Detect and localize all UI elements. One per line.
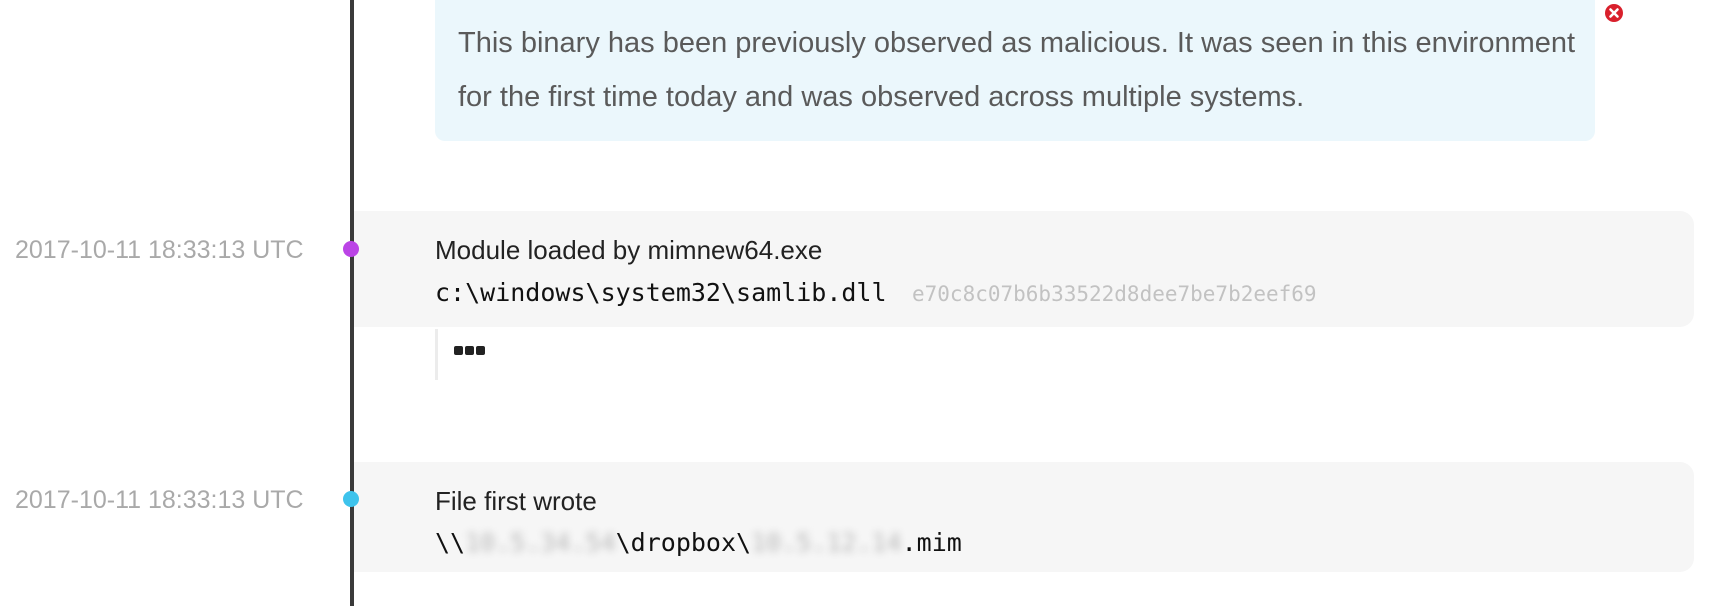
ellipsis-dot xyxy=(454,345,463,355)
timeline-dot-icon xyxy=(343,241,359,257)
ellipsis-dot xyxy=(465,345,474,355)
path-suffix: .mim xyxy=(901,528,962,557)
event-title: Module loaded by mimnew64.exe xyxy=(435,235,823,265)
event-file-path: \\10.5.34.54\dropbox\10.5.12.14.mim xyxy=(435,528,962,557)
redacted-ip: 10.5.34.54 xyxy=(465,528,616,557)
event-file-path: c:\windows\system32\samlib.dll xyxy=(435,278,887,307)
ellipsis-dot xyxy=(476,345,485,355)
event-timestamp: 2017-10-11 18:33:13 UTC xyxy=(15,486,304,514)
event-file-hash[interactable]: e70c8c07b6b33522d8dee7be7b2eef69 xyxy=(912,282,1317,306)
malicious-alert-box: This binary has been previously observed… xyxy=(435,0,1595,141)
redacted-ip: 10.5.12.14 xyxy=(751,528,902,557)
path-prefix: \\ xyxy=(435,528,466,557)
timeline-page: This binary has been previously observed… xyxy=(0,0,1716,606)
event-detail-rule xyxy=(435,329,438,380)
event-timestamp: 2017-10-11 18:33:13 UTC xyxy=(15,236,304,264)
event-title: File first wrote xyxy=(435,486,597,516)
timeline-event-module-loaded[interactable] xyxy=(354,211,1694,327)
ellipsis-icon[interactable] xyxy=(454,343,485,357)
timeline-dot-icon xyxy=(343,491,359,507)
alert-message: This binary has been previously observed… xyxy=(458,27,1576,113)
close-icon[interactable] xyxy=(1604,3,1624,23)
path-mid: \dropbox\ xyxy=(615,528,752,557)
